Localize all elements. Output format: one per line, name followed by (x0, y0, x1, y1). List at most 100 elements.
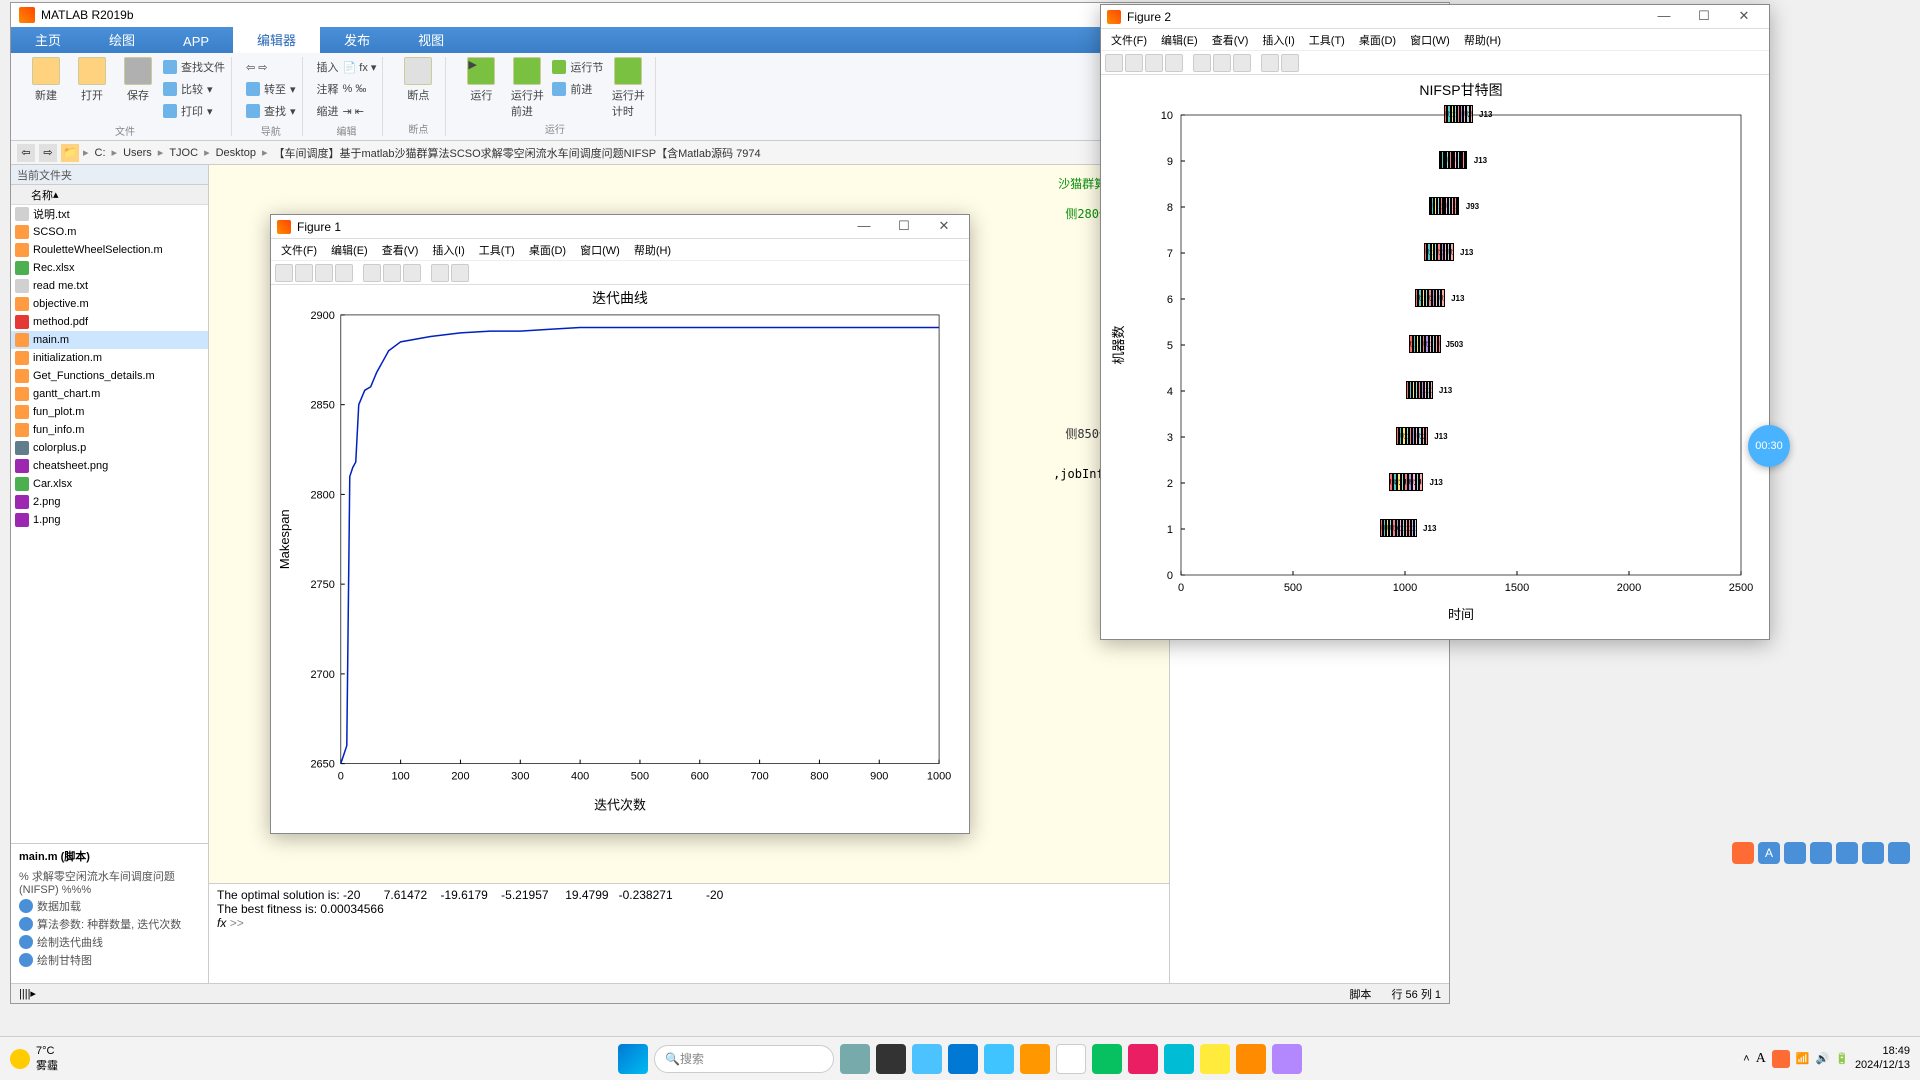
fig2-min-button[interactable]: — (1645, 8, 1683, 26)
open-fig-icon[interactable] (1125, 54, 1143, 72)
ime-letter-icon[interactable]: A (1758, 842, 1780, 864)
file-item[interactable]: Get_Functions_details.m (11, 367, 208, 385)
fig1-close-button[interactable]: ✕ (925, 218, 963, 236)
nav-back-icon[interactable]: ⇦ (17, 144, 35, 162)
find-button[interactable]: 查找 ▾ (246, 101, 296, 121)
tool-icon[interactable] (403, 264, 421, 282)
run-section-button[interactable]: 运行节 (552, 57, 603, 77)
tray-ime-icon[interactable]: A (1756, 1051, 1766, 1067)
fig1-menu-insert[interactable]: 插入(I) (426, 240, 470, 260)
figure1-axes[interactable]: 迭代曲线265027002750280028502900010020030040… (271, 285, 969, 826)
file-item[interactable]: 2.png (11, 493, 208, 511)
fig1-menu-file[interactable]: 文件(F) (275, 240, 323, 260)
comment-button[interactable]: 注释 % ‰ (317, 79, 377, 99)
fig2-close-button[interactable]: ✕ (1725, 8, 1763, 26)
matlab-taskbar-icon[interactable] (1236, 1044, 1266, 1074)
fig1-menu-view[interactable]: 查看(V) (376, 240, 425, 260)
fig2-menu-file[interactable]: 文件(F) (1105, 30, 1153, 50)
file-item[interactable]: fun_info.m (11, 421, 208, 439)
command-window[interactable]: The optimal solution is: -20 7.61472 -19… (209, 883, 1169, 983)
file-item[interactable]: method.pdf (11, 313, 208, 331)
fig1-menu-desktop[interactable]: 桌面(D) (523, 240, 572, 260)
chrome-icon[interactable] (1056, 1044, 1086, 1074)
fig2-max-button[interactable]: ☐ (1685, 8, 1723, 26)
tab-publish[interactable]: 发布 (320, 26, 394, 53)
advance-button[interactable]: 前进 (552, 79, 603, 99)
file-item[interactable]: gantt_chart.m (11, 385, 208, 403)
tool-icon[interactable] (383, 264, 401, 282)
ime-tool-icon[interactable] (1836, 842, 1858, 864)
figure2-axes[interactable]: NIFSP甘特图01234567891005001000150020002500… (1101, 75, 1769, 631)
open-fig-icon[interactable] (295, 264, 313, 282)
fig1-menu-help[interactable]: 帮助(H) (628, 240, 677, 260)
tray-chevron-icon[interactable]: ˄ (1743, 1053, 1749, 1065)
find-files-button[interactable]: 查找文件 (163, 57, 225, 77)
volume-icon[interactable]: 🔊 (1816, 1052, 1830, 1065)
breakpoint-button[interactable]: 断点 (397, 57, 439, 103)
ime-icon[interactable] (1732, 842, 1754, 864)
goto-button[interactable]: 转至 ▾ (246, 79, 296, 99)
fig2-menu-desktop[interactable]: 桌面(D) (1353, 30, 1402, 50)
fig2-menu-help[interactable]: 帮助(H) (1458, 30, 1507, 50)
wechat-icon[interactable] (1092, 1044, 1122, 1074)
file-item[interactable]: SCSO.m (11, 223, 208, 241)
file-item[interactable]: Rec.xlsx (11, 259, 208, 277)
new-fig-icon[interactable] (275, 264, 293, 282)
browser-icon[interactable] (984, 1044, 1014, 1074)
print-button[interactable]: 打印 ▾ (163, 101, 225, 121)
fig1-menu-tools[interactable]: 工具(T) (473, 240, 521, 260)
fig2-menu-tools[interactable]: 工具(T) (1303, 30, 1351, 50)
task-icon[interactable] (1272, 1044, 1302, 1074)
file-item[interactable]: colorplus.p (11, 439, 208, 457)
nav-back-button[interactable]: ⇦ ⇨ (246, 57, 296, 77)
tab-app[interactable]: APP (159, 30, 233, 53)
file-item[interactable]: objective.m (11, 295, 208, 313)
run-time-button[interactable]: 运行并 计时 (607, 57, 649, 119)
file-item[interactable]: initialization.m (11, 349, 208, 367)
fig2-menu-view[interactable]: 查看(V) (1206, 30, 1255, 50)
task-icon[interactable] (1164, 1044, 1194, 1074)
ime-tool-icon[interactable] (1784, 842, 1806, 864)
save-button[interactable]: 保存 (117, 57, 159, 103)
browser-icon[interactable] (948, 1044, 978, 1074)
print-fig-icon[interactable] (335, 264, 353, 282)
nav-fwd-icon[interactable]: ⇨ (39, 144, 57, 162)
insert-button[interactable]: 插入 📄 fx ▾ (317, 57, 377, 77)
open-button[interactable]: 打开 (71, 57, 113, 103)
tool-icon[interactable] (363, 264, 381, 282)
fig1-max-button[interactable]: ☐ (885, 218, 923, 236)
ime-mic-icon[interactable] (1810, 842, 1832, 864)
file-item[interactable]: cheatsheet.png (11, 457, 208, 475)
tool-icon[interactable] (1193, 54, 1211, 72)
task-icon[interactable] (1128, 1044, 1158, 1074)
tool-icon[interactable] (451, 264, 469, 282)
start-button[interactable] (618, 1044, 648, 1074)
weather-widget[interactable]: 7°C 雾霾 (10, 1045, 58, 1073)
save-fig-icon[interactable] (1145, 54, 1163, 72)
folder-icon[interactable]: 📁 (61, 144, 79, 162)
indent-button[interactable]: 缩进 ⇥ ⇤ (317, 101, 377, 121)
timer-badge[interactable]: 00:30 (1748, 425, 1790, 467)
print-fig-icon[interactable] (1165, 54, 1183, 72)
run-button[interactable]: ▶运行 (460, 57, 502, 103)
explorer-icon[interactable] (1200, 1044, 1230, 1074)
tool-icon[interactable] (1213, 54, 1231, 72)
compare-button[interactable]: 比较 ▾ (163, 79, 225, 99)
new-fig-icon[interactable] (1105, 54, 1123, 72)
new-button[interactable]: 新建 (25, 57, 67, 103)
file-item[interactable]: fun_plot.m (11, 403, 208, 421)
fig2-menu-edit[interactable]: 编辑(E) (1155, 30, 1204, 50)
tab-plot[interactable]: 绘图 (85, 26, 159, 53)
file-item[interactable]: Car.xlsx (11, 475, 208, 493)
save-fig-icon[interactable] (315, 264, 333, 282)
tool-icon[interactable] (1233, 54, 1251, 72)
fig1-min-button[interactable]: — (845, 218, 883, 236)
tray-icon[interactable] (1772, 1050, 1790, 1068)
pointer-icon[interactable] (1261, 54, 1279, 72)
fig2-menu-window[interactable]: 窗口(W) (1404, 30, 1456, 50)
run-advance-button[interactable]: 运行并 前进 (506, 57, 548, 119)
pointer-icon[interactable] (431, 264, 449, 282)
ime-tool-icon[interactable] (1862, 842, 1884, 864)
tab-view[interactable]: 视图 (394, 26, 468, 53)
task-icon[interactable] (876, 1044, 906, 1074)
